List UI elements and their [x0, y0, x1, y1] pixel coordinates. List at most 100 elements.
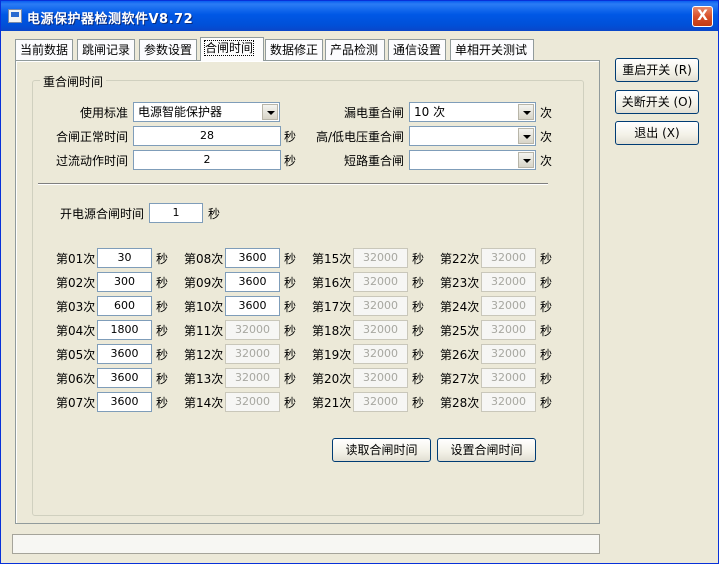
- voltage-reclose-select[interactable]: [409, 126, 536, 146]
- time-field[interactable]: 3600: [97, 368, 152, 388]
- tab-product-test[interactable]: 产品检测: [325, 39, 385, 60]
- time-unit: 秒: [156, 276, 169, 290]
- time-field[interactable]: 3600: [225, 296, 280, 316]
- chevron-down-icon[interactable]: [262, 104, 278, 120]
- app-icon: [8, 9, 22, 23]
- time-label: 第01次: [56, 252, 96, 266]
- time-field[interactable]: 32000: [225, 392, 280, 412]
- leak-reclose-select[interactable]: 10 次: [409, 102, 536, 122]
- time-field[interactable]: 32000: [353, 272, 408, 292]
- time-unit: 秒: [540, 300, 553, 314]
- time-field[interactable]: 32000: [481, 392, 536, 412]
- time-unit: 秒: [156, 300, 169, 314]
- time-field[interactable]: 32000: [225, 368, 280, 388]
- read-close-time-button[interactable]: 读取合闸时间: [332, 438, 431, 462]
- chevron-down-icon[interactable]: [518, 104, 534, 120]
- time-label: 第02次: [56, 276, 96, 290]
- standard-select[interactable]: 电源智能保护器: [133, 102, 280, 122]
- time-label: 第16次: [312, 276, 352, 290]
- time-label: 第23次: [440, 276, 480, 290]
- power-on-unit: 秒: [208, 207, 221, 221]
- time-field[interactable]: 3600: [225, 272, 280, 292]
- tab-trip-records[interactable]: 跳闸记录: [77, 39, 135, 60]
- time-unit: 秒: [412, 276, 425, 290]
- tab-current-data[interactable]: 当前数据: [15, 39, 73, 60]
- time-field[interactable]: 32000: [225, 344, 280, 364]
- time-field[interactable]: 3600: [97, 392, 152, 412]
- time-unit: 秒: [412, 348, 425, 362]
- time-field[interactable]: 32000: [353, 248, 408, 268]
- tab-panel-close-time: 重合闸时间 使用标准 电源智能保护器 合闸正常时间 28 秒 过流动作时间 2 …: [15, 60, 600, 524]
- leak-reclose-value: 10 次: [414, 105, 446, 119]
- chevron-down-icon[interactable]: [518, 152, 534, 168]
- close-button[interactable]: X: [692, 6, 713, 27]
- time-label: 第22次: [440, 252, 480, 266]
- title-bar: 电源保护器检测软件V8.72 X: [1, 1, 718, 31]
- time-unit: 秒: [284, 324, 297, 338]
- time-label: 第12次: [184, 348, 224, 362]
- time-field[interactable]: 1800: [97, 320, 152, 340]
- time-label: 第19次: [312, 348, 352, 362]
- time-label: 第07次: [56, 396, 96, 410]
- time-field[interactable]: 32000: [481, 344, 536, 364]
- time-label: 第09次: [184, 276, 224, 290]
- time-unit: 秒: [540, 276, 553, 290]
- tab-parameter-settings[interactable]: 参数设置: [139, 39, 197, 60]
- time-field[interactable]: 32000: [481, 320, 536, 340]
- time-unit: 秒: [412, 300, 425, 314]
- time-field[interactable]: 32000: [353, 296, 408, 316]
- time-unit: 秒: [540, 252, 553, 266]
- short-reclose-label: 短路重合闸: [343, 154, 404, 168]
- normal-time-field[interactable]: 28: [133, 126, 281, 146]
- time-field[interactable]: 32000: [481, 368, 536, 388]
- short-reclose-select[interactable]: [409, 150, 536, 170]
- time-unit: 秒: [284, 252, 297, 266]
- time-field[interactable]: 3600: [225, 248, 280, 268]
- time-label: 第20次: [312, 372, 352, 386]
- time-unit: 秒: [284, 396, 297, 410]
- time-field[interactable]: 32000: [353, 320, 408, 340]
- chevron-down-icon[interactable]: [518, 128, 534, 144]
- tab-single-phase-test[interactable]: 单相开关测试: [450, 39, 534, 60]
- time-label: 第10次: [184, 300, 224, 314]
- time-field[interactable]: 32000: [481, 272, 536, 292]
- disconnect-switch-button[interactable]: 关断开关 (O): [615, 90, 699, 114]
- tab-comm-settings[interactable]: 通信设置: [388, 39, 446, 60]
- power-on-label: 开电源合闸时间: [59, 207, 144, 221]
- power-on-field[interactable]: 1: [149, 203, 203, 223]
- time-field[interactable]: 300: [97, 272, 152, 292]
- tab-close-time[interactable]: 合闸时间: [200, 37, 264, 61]
- time-label: 第13次: [184, 372, 224, 386]
- time-field[interactable]: 30: [97, 248, 152, 268]
- time-label: 第21次: [312, 396, 352, 410]
- status-bar: [12, 534, 600, 554]
- tab-data-correction[interactable]: 数据修正: [265, 39, 323, 60]
- time-field[interactable]: 600: [97, 296, 152, 316]
- time-label: 第27次: [440, 372, 480, 386]
- time-field[interactable]: 32000: [225, 320, 280, 340]
- leak-reclose-label: 漏电重合闸: [343, 106, 404, 120]
- time-label: 第15次: [312, 252, 352, 266]
- standard-label: 使用标准: [79, 106, 128, 120]
- time-field[interactable]: 32000: [353, 344, 408, 364]
- time-label: 第28次: [440, 396, 480, 410]
- time-label: 第14次: [184, 396, 224, 410]
- exit-button[interactable]: 退出 (X): [615, 121, 699, 145]
- time-field[interactable]: 32000: [353, 392, 408, 412]
- time-unit: 秒: [156, 252, 169, 266]
- time-field[interactable]: 32000: [481, 296, 536, 316]
- time-field[interactable]: 3600: [97, 344, 152, 364]
- time-unit: 秒: [412, 252, 425, 266]
- time-field[interactable]: 32000: [481, 248, 536, 268]
- window-title: 电源保护器检测软件V8.72: [27, 12, 194, 27]
- set-close-time-button[interactable]: 设置合闸时间: [437, 438, 536, 462]
- time-label: 第18次: [312, 324, 352, 338]
- time-label: 第17次: [312, 300, 352, 314]
- time-unit: 秒: [540, 396, 553, 410]
- time-unit: 秒: [156, 324, 169, 338]
- time-field[interactable]: 32000: [353, 368, 408, 388]
- time-unit: 秒: [412, 324, 425, 338]
- restart-switch-button[interactable]: 重启开关 (R): [615, 58, 699, 82]
- standard-value: 电源智能保护器: [138, 105, 223, 119]
- overcurrent-time-field[interactable]: 2: [133, 150, 281, 170]
